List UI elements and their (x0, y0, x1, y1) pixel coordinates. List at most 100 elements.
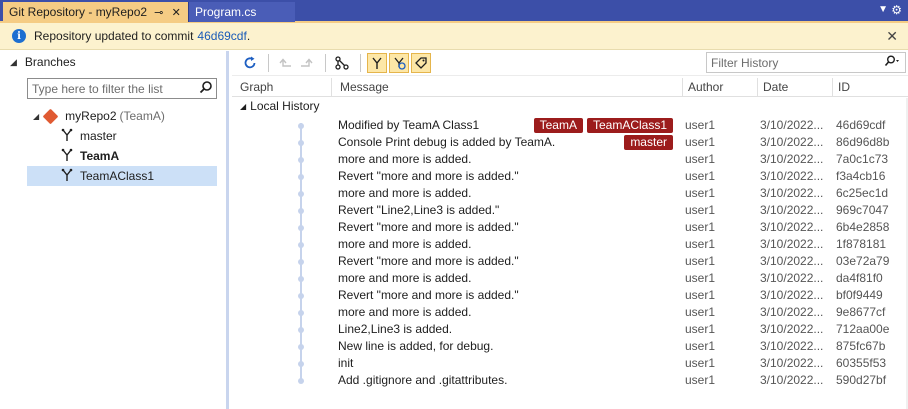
commit-message: more and more is added. (338, 237, 472, 251)
column-divider[interactable] (331, 78, 332, 97)
tab-list-dropdown-icon[interactable]: ▼ (878, 4, 888, 15)
commit-message: Line2,Line3 is added. (338, 322, 453, 336)
commit-id: 6c25ec1d (836, 186, 889, 200)
repo-node[interactable]: ◢ myRepo2 (TeamA) (0, 106, 226, 126)
search-icon[interactable] (196, 80, 216, 97)
branches-title: Branches (24, 55, 76, 69)
commit-row[interactable]: Add .gitignore and .gitattributes. user1 3… (232, 372, 908, 389)
commit-message: Console Print debug is added by TeamA. (338, 135, 556, 149)
commit-row[interactable]: Revert "more and more is added." user1 3/1… (232, 168, 908, 185)
branch-item-teamaclass1[interactable]: TeamAClass1 (27, 166, 217, 186)
history-toolbar: Filter History (232, 51, 908, 76)
commit-id: 03e72a79 (836, 254, 890, 268)
commit-row[interactable]: Revert "more and more is added." user1 3/1… (232, 219, 908, 236)
tab-git-repository[interactable]: Git Repository - myRepo2 ⊸ ✕ (3, 2, 188, 22)
commit-id: bf0f9449 (836, 288, 883, 302)
refresh-button[interactable] (240, 53, 260, 73)
commit-author: user1 (685, 322, 716, 336)
column-graph[interactable]: Graph (240, 80, 273, 94)
commit-row[interactable]: init user1 3/10/2022... 60355f53 (232, 355, 908, 372)
commit-date: 3/10/2022... (760, 118, 824, 132)
search-dropdown-icon[interactable] (881, 55, 905, 70)
commit-id: 86d96d8b (836, 135, 890, 149)
commit-author: user1 (685, 152, 716, 166)
compare-branch-button[interactable] (332, 53, 352, 73)
commit-row[interactable]: Modified by TeamA Class1 TeamA TeamAClass1… (232, 117, 908, 134)
column-message[interactable]: Message (340, 80, 389, 94)
collapse-chevron-icon[interactable]: ◢ (10, 57, 17, 68)
commit-date: 3/10/2022... (760, 169, 824, 183)
commit-message: Revert "more and more is added." (338, 169, 519, 183)
column-divider[interactable] (682, 78, 683, 97)
commit-date: 3/10/2022... (760, 220, 824, 234)
commit-row[interactable]: more and more is added. user1 3/10/2022...… (232, 270, 908, 287)
branch-label: TeamAClass1 (80, 169, 155, 183)
commit-author: user1 (685, 118, 716, 132)
commit-row[interactable]: more and more is added. user1 3/10/2022...… (232, 151, 908, 168)
show-first-parent-toggle[interactable] (367, 53, 387, 73)
branch-tag[interactable]: TeamAClass1 (586, 118, 673, 133)
commit-id: 60355f53 (836, 356, 887, 370)
branch-icon (60, 128, 76, 145)
commit-row[interactable]: more and more is added. user1 3/10/2022...… (232, 236, 908, 253)
branch-filter-placeholder: Type here to filter the list (32, 81, 163, 96)
info-suffix: . (246, 29, 251, 43)
branch-label: master (80, 129, 117, 143)
branch-item-teama[interactable]: TeamA (0, 146, 226, 166)
show-remote-toggle[interactable] (389, 53, 409, 73)
pin-tab-icon[interactable]: ⊸ (153, 6, 164, 19)
commit-message: more and more is added. (338, 152, 472, 166)
column-id[interactable]: ID (838, 80, 850, 94)
commit-message: more and more is added. (338, 305, 472, 319)
column-divider[interactable] (832, 78, 833, 97)
commit-row[interactable]: New line is added, for debug. user1 3/10/2… (232, 338, 908, 355)
commit-date: 3/10/2022... (760, 305, 824, 319)
commit-row[interactable]: Console Print debug is added by TeamA. ma… (232, 134, 908, 151)
commit-row[interactable]: Revert "more and more is added." user1 3/1… (232, 287, 908, 304)
commit-author: user1 (685, 186, 716, 200)
commit-row[interactable]: more and more is added. user1 3/10/2022...… (232, 185, 908, 202)
expand-chevron-icon[interactable]: ◢ (33, 112, 39, 121)
commit-tags: master (620, 135, 673, 150)
commit-row[interactable]: Revert "more and more is added." user1 3/1… (232, 253, 908, 270)
tab-program-cs[interactable]: Program.cs (188, 2, 295, 22)
branches-header[interactable]: ◢ Branches (0, 51, 226, 73)
commit-message: Revert "Line2,Line3 is added." (338, 203, 500, 217)
commit-author: user1 (685, 135, 716, 149)
repo-current-branch: (TeamA) (119, 109, 165, 123)
commit-author: user1 (685, 356, 716, 370)
commit-message: Modified by TeamA Class1 (338, 118, 480, 132)
collapse-chevron-icon[interactable]: ◢ (240, 102, 246, 111)
branch-tag[interactable]: TeamA (533, 118, 583, 133)
commit-date: 3/10/2022... (760, 254, 824, 268)
toolbar-separator (325, 54, 326, 72)
commit-id: f3a4cb16 (836, 169, 886, 183)
commit-message: more and more is added. (338, 186, 472, 200)
column-author[interactable]: Author (688, 80, 723, 94)
branch-tag[interactable]: master (624, 135, 673, 150)
local-history-group[interactable]: ◢ Local History (232, 97, 908, 115)
settings-gear-icon[interactable]: ⚙ (891, 3, 902, 17)
history-filter-input[interactable]: Filter History (706, 52, 906, 73)
commit-row[interactable]: more and more is added. user1 3/10/2022...… (232, 304, 908, 321)
navigate-back-button[interactable] (275, 53, 295, 73)
branch-item-master[interactable]: master (0, 126, 226, 146)
commit-tags: TeamA TeamAClass1 (530, 118, 673, 133)
commit-row[interactable]: Line2,Line3 is added. user1 3/10/2022... 71… (232, 321, 908, 338)
tab-title: Git Repository - myRepo2 (9, 5, 148, 19)
commit-link[interactable]: 46d69cdf (197, 29, 246, 43)
commit-id: 875fc67b (836, 339, 886, 353)
column-date[interactable]: Date (763, 80, 788, 94)
commit-row[interactable]: Revert "Line2,Line3 is added." user1 3/10/… (232, 202, 908, 219)
navigate-forward-button[interactable] (297, 53, 317, 73)
commit-message: Revert "more and more is added." (338, 254, 519, 268)
group-title: Local History (250, 99, 320, 113)
show-tags-toggle[interactable] (411, 53, 431, 73)
branch-filter-input[interactable]: Type here to filter the list (27, 78, 217, 99)
info-message: Repository updated to commit (34, 29, 194, 43)
column-divider[interactable] (757, 78, 758, 97)
history-column-header: Graph Message Author Date ID (232, 78, 908, 97)
close-info-bar-icon[interactable]: ✕ (886, 28, 898, 45)
close-tab-icon[interactable]: ✕ (171, 6, 182, 19)
commit-date: 3/10/2022... (760, 339, 824, 353)
